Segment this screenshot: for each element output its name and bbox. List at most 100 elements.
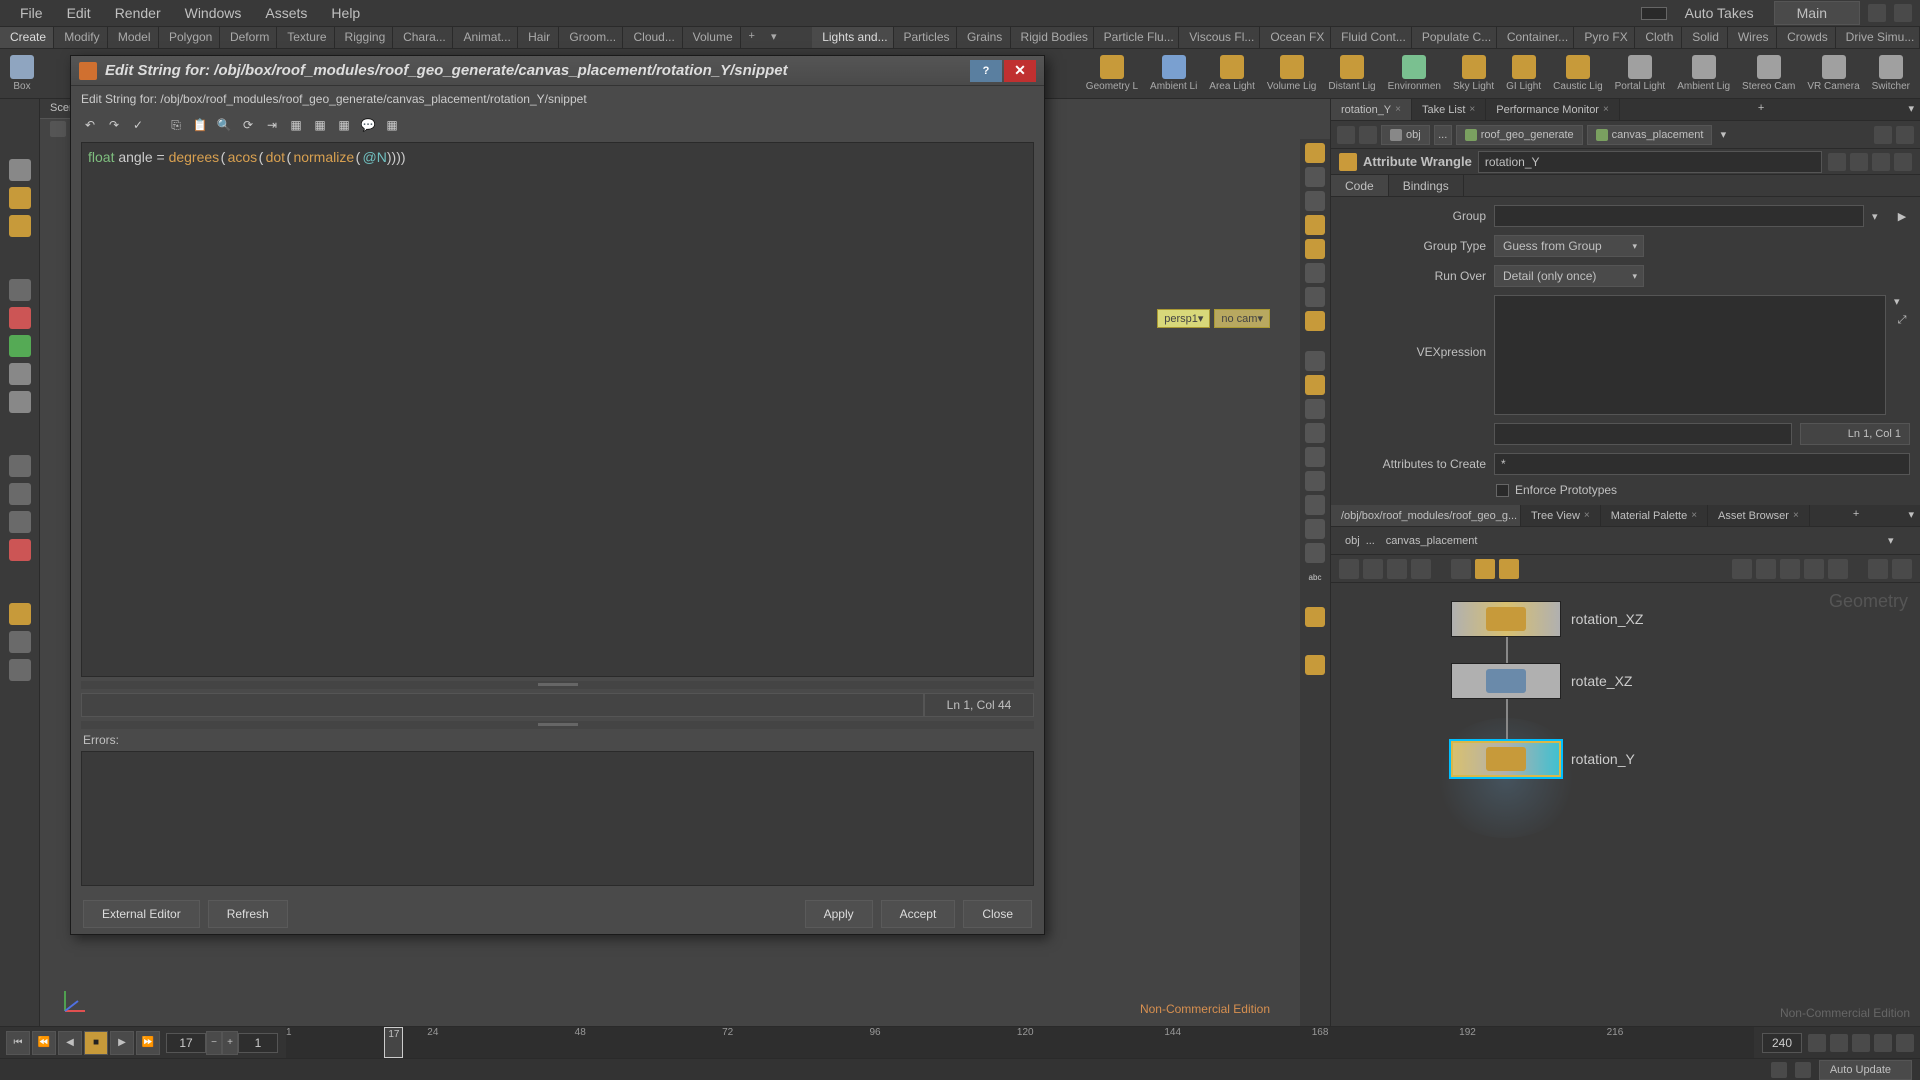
menu-render[interactable]: Render [103,5,173,21]
shelf-fluidcont[interactable]: Fluid Cont... [1331,27,1412,48]
timeline-opt-5[interactable] [1896,1034,1914,1052]
vp-side-4[interactable] [1305,215,1325,235]
frame-current-input[interactable] [166,1033,206,1053]
frame-cursor[interactable]: 17 [384,1027,403,1058]
frame-end-input[interactable] [1762,1033,1802,1053]
lefttool-11[interactable] [9,511,31,533]
shelf-lights[interactable]: Lights and... [812,27,893,48]
group-field[interactable] [1494,205,1864,227]
net-path-drop[interactable]: ▾ [1888,534,1902,547]
shelf-wires[interactable]: Wires [1728,27,1777,48]
external-editor-button[interactable]: External Editor [83,900,200,928]
refresh-button[interactable]: Refresh [208,900,288,928]
shelf-grains[interactable]: Grains [957,27,1011,48]
camera-badge-persp[interactable]: persp1▾ [1157,309,1210,328]
dialog-tool-copy[interactable]: ⎘ [167,116,185,134]
network-view[interactable]: Geometry rotation_XZ rotate_XZ rotation_… [1331,583,1920,1026]
shelf-populate[interactable]: Populate C... [1412,27,1497,48]
menu-extra-2[interactable] [1894,4,1912,22]
param-info-icon[interactable] [1872,153,1890,171]
lefttool-8[interactable] [9,391,31,413]
shelf-partfluid[interactable]: Particle Flu... [1094,27,1180,48]
code-editor[interactable]: float angle = degrees(acos(dot(normalize… [81,142,1034,677]
net-tool-frame[interactable] [1892,559,1912,579]
lefttool-10[interactable] [9,483,31,505]
dialog-resize-handle-2[interactable] [81,721,1034,729]
tool-skylight[interactable]: Sky Light [1447,55,1500,92]
shelf-container[interactable]: Container... [1497,27,1575,48]
dialog-tool-refresh[interactable]: ⟳ [239,116,257,134]
enforce-checkbox[interactable] [1496,484,1509,497]
param-tab-takelist[interactable]: Take List× [1412,99,1486,120]
lefttool-3[interactable] [9,215,31,237]
dialog-tool-redo[interactable]: ↷ [105,116,123,134]
vp-side-9[interactable] [1305,351,1325,371]
net-tool-5[interactable] [1451,559,1471,579]
tool-distantlight[interactable]: Distant Lig [1322,55,1381,92]
vex-textarea[interactable] [1494,295,1886,415]
lefttool-7[interactable] [9,363,31,385]
shelf-texture[interactable]: Texture [277,27,334,48]
net-tab-more[interactable]: ▾ [1902,505,1920,526]
vp-side-2[interactable] [1305,167,1325,187]
lefttool-green[interactable] [9,335,31,357]
shelf-add[interactable]: + [741,27,763,48]
timeline-opt-2[interactable] [1830,1034,1848,1052]
tool-stereocam[interactable]: Stereo Cam [1736,55,1801,92]
net-tool-l2[interactable] [1756,559,1776,579]
dialog-tool-indent[interactable]: ⇥ [263,116,281,134]
play-back[interactable]: ◀ [58,1031,82,1055]
autotakes-checkbox[interactable] [1641,7,1667,20]
vp-side-20[interactable] [1305,655,1325,675]
vp-side-19[interactable] [1305,607,1325,627]
param-nav-back[interactable] [1337,126,1355,144]
dialog-resize-handle[interactable] [81,681,1034,689]
frame-inc[interactable]: + [222,1031,238,1055]
net-tool-l3[interactable] [1780,559,1800,579]
play-next[interactable]: ⏩ [136,1031,160,1055]
shelf-more[interactable]: ▾ [763,27,785,48]
net-path-dots[interactable]: ... [1364,532,1382,550]
apply-button[interactable]: Apply [805,900,873,928]
menu-file[interactable]: File [8,5,55,21]
shelf-hair[interactable]: Hair [518,27,559,48]
lefttool-15[interactable] [9,659,31,681]
param-tab-more[interactable]: ▾ [1902,99,1920,120]
vp-side-11[interactable] [1305,399,1325,419]
vp-side-15[interactable] [1305,495,1325,515]
attrcreate-field[interactable]: * [1494,453,1910,475]
param-path-canvas[interactable]: canvas_placement [1587,125,1713,145]
vex-expand-icon[interactable]: ⤢ [1894,312,1910,328]
lefttool-handle[interactable] [9,187,31,209]
net-tool-6[interactable] [1475,559,1495,579]
shelf-ocean[interactable]: Ocean FX [1260,27,1331,48]
net-path-obj[interactable]: obj [1345,535,1360,547]
param-comment-icon[interactable] [1894,153,1912,171]
net-tool-7[interactable] [1499,559,1519,579]
param-path-drop[interactable]: ▾ [1716,128,1730,141]
lefttool-14[interactable] [9,631,31,653]
shelf-model[interactable]: Model [108,27,159,48]
autoupdate-select[interactable]: Auto Update [1819,1060,1912,1080]
dialog-tool-9[interactable]: ▦ [287,116,305,134]
vp-side-10[interactable] [1305,375,1325,395]
net-path-canvas[interactable]: canvas_placement [1386,535,1884,547]
shelf-groom[interactable]: Groom... [559,27,623,48]
dialog-tool-12[interactable]: 💬 [359,116,377,134]
group-arrow-icon[interactable]: ▶ [1894,208,1910,224]
lefttool-arrow[interactable] [9,279,31,301]
dialog-tool-check[interactable]: ✓ [129,116,147,134]
shelf-particles[interactable]: Particles [894,27,957,48]
play-fwd[interactable]: ▶ [110,1031,134,1055]
param-path-obj[interactable]: obj [1381,125,1430,145]
param-find[interactable] [1896,126,1914,144]
status-icon-1[interactable] [1771,1062,1787,1078]
tool-geolight[interactable]: Geometry L [1080,55,1144,92]
shelf-cloth[interactable]: Cloth [1635,27,1682,48]
net-tab-matpal[interactable]: Material Palette× [1601,505,1708,526]
lefttool-select[interactable] [9,159,31,181]
menu-help[interactable]: Help [319,5,372,21]
dialog-tool-undo[interactable]: ↶ [81,116,99,134]
shelf-volume[interactable]: Volume [683,27,741,48]
frame-start-input[interactable] [238,1033,278,1053]
